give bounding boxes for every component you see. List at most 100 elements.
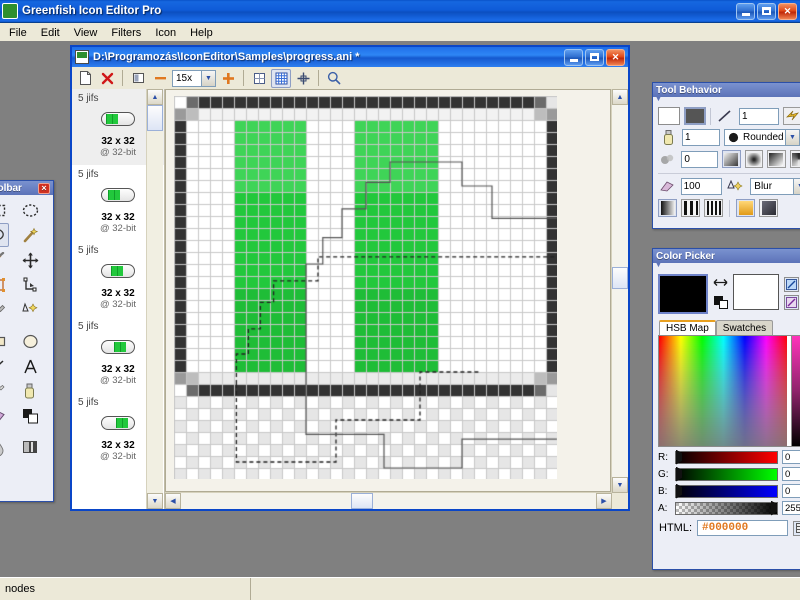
brush-shape-combo[interactable]: Rounded ▼ xyxy=(724,129,800,146)
brush-size-field[interactable]: 1 xyxy=(682,129,720,146)
brightness-slider[interactable] xyxy=(791,336,800,446)
effect-combo[interactable]: Blur ▼ xyxy=(750,178,800,195)
tool-button-blur-drop[interactable] xyxy=(0,435,9,459)
color-list-icon[interactable] xyxy=(793,520,800,536)
minimize-button[interactable] xyxy=(736,2,755,20)
zoom-out-button[interactable] xyxy=(150,69,170,88)
canvas-scroll-left-button[interactable]: ◀ xyxy=(165,493,181,509)
chevron-down-icon[interactable]: ▼ xyxy=(785,130,799,145)
show-hotspot-button[interactable] xyxy=(293,69,313,88)
canvas-vertical-scrollbar[interactable]: ▲ ▼ xyxy=(611,89,628,493)
tool-button-gradient[interactable] xyxy=(19,435,43,459)
chevron-down-icon[interactable]: ▼ xyxy=(201,70,215,86)
new-frame-button[interactable] xyxy=(75,69,95,88)
fit-zoom-button[interactable] xyxy=(128,69,148,88)
html-color-field[interactable]: #000000 xyxy=(697,520,788,536)
tool-button-eraser[interactable] xyxy=(0,404,9,428)
menu-item-edit[interactable]: Edit xyxy=(34,25,67,41)
magnifier-button[interactable] xyxy=(324,69,344,88)
canvas-horizontal-scrollbar[interactable]: ◀ ▶ xyxy=(165,492,612,509)
canvas-scroll-down-button[interactable]: ▼ xyxy=(612,477,628,493)
blur-amount-field[interactable]: 0 xyxy=(681,150,719,168)
menu-item-file[interactable]: File xyxy=(2,25,34,41)
channel-slider-knob[interactable] xyxy=(676,466,682,482)
channel-slider-knob[interactable] xyxy=(676,483,682,499)
conical-gradient-icon[interactable] xyxy=(789,150,800,168)
channel-value[interactable]: 0 xyxy=(782,467,800,481)
delete-frame-button[interactable] xyxy=(97,69,117,88)
channel-value[interactable]: 0 xyxy=(782,450,800,464)
pattern-bars2-icon[interactable] xyxy=(681,199,700,217)
menu-item-view[interactable]: View xyxy=(67,25,105,41)
channel-slider-knob[interactable] xyxy=(676,449,682,465)
channel-slider-knob[interactable] xyxy=(771,500,777,516)
tool-button-transform[interactable] xyxy=(0,273,9,297)
linear-gradient-icon[interactable] xyxy=(722,150,741,168)
canvas-scroll-right-button[interactable]: ▶ xyxy=(596,493,612,509)
close-button[interactable]: ✕ xyxy=(778,2,797,20)
canvas-vscroll-thumb[interactable] xyxy=(612,267,628,289)
tool-button-rectangle-shape[interactable] xyxy=(0,329,9,353)
foreground-color-swatch[interactable] xyxy=(658,274,708,314)
canvas-viewport[interactable] xyxy=(165,89,611,492)
maximize-button[interactable] xyxy=(757,2,776,20)
toolbox-close-button[interactable]: × xyxy=(38,182,50,194)
zoom-combo[interactable]: 15x ▼ xyxy=(172,69,216,87)
opacity-field[interactable]: 100 xyxy=(680,178,722,195)
outline-mode-button[interactable] xyxy=(658,107,680,125)
channel-slider[interactable] xyxy=(675,449,778,465)
tab-hsb-map[interactable]: HSB Map xyxy=(659,320,716,335)
tool-button-effect-brush[interactable] xyxy=(19,298,43,322)
canvas-scroll-up-button[interactable]: ▲ xyxy=(612,89,628,105)
tool-button-eyedropper[interactable] xyxy=(0,298,9,322)
line-style-icon[interactable] xyxy=(715,109,735,123)
document-maximize-button[interactable] xyxy=(585,48,604,66)
pattern-bars3-icon[interactable] xyxy=(704,199,723,217)
show-grid-button[interactable] xyxy=(271,68,291,88)
frame-scroll-thumb[interactable] xyxy=(147,105,163,131)
channel-slider[interactable] xyxy=(675,500,778,516)
style-gold-icon[interactable] xyxy=(736,199,755,217)
channel-value[interactable]: 255 xyxy=(782,501,800,515)
swap-colors-icon[interactable] xyxy=(713,278,728,290)
canvas-hscroll-thumb[interactable] xyxy=(351,493,373,509)
pick-alpha-icon[interactable] xyxy=(784,295,799,310)
pattern-solid-icon[interactable] xyxy=(658,199,677,217)
tool-button-rectangular-select[interactable] xyxy=(0,198,9,222)
zoom-in-button[interactable] xyxy=(218,69,238,88)
tool-button-smudge[interactable] xyxy=(0,248,9,272)
reset-colors-icon[interactable] xyxy=(713,296,728,312)
tool-button-ellipse-shape[interactable] xyxy=(19,329,43,353)
tool-button-layer[interactable] xyxy=(19,404,43,428)
show-border-button[interactable] xyxy=(249,69,269,88)
frame-list-scrollbar[interactable]: ▲ ▼ xyxy=(146,89,163,509)
tool-button-magic-wand[interactable] xyxy=(19,223,43,247)
tool-button-lasso-select[interactable] xyxy=(0,223,9,247)
tool-button-paint-bucket[interactable] xyxy=(19,379,43,403)
menu-item-icon[interactable]: Icon xyxy=(148,25,183,41)
style-dark-icon[interactable] xyxy=(759,199,778,217)
tool-button-elliptical-select[interactable] xyxy=(19,198,43,222)
icon-canvas[interactable] xyxy=(174,96,557,479)
menu-item-help[interactable]: Help xyxy=(183,25,220,41)
line-width-field[interactable]: 1 xyxy=(739,107,779,125)
hsb-map[interactable] xyxy=(659,336,787,446)
pick-screen-icon[interactable] xyxy=(784,277,799,292)
chevron-down-icon[interactable]: ▼ xyxy=(793,179,800,194)
tool-button-pencil[interactable] xyxy=(0,379,9,403)
channel-slider[interactable] xyxy=(675,466,778,482)
document-close-button[interactable]: ✕ xyxy=(606,48,625,66)
flip-icon[interactable] xyxy=(783,107,800,125)
radial-gradient-icon[interactable] xyxy=(744,150,764,168)
channel-value[interactable]: 0 xyxy=(782,484,800,498)
corner-gradient-icon[interactable] xyxy=(767,150,786,168)
document-minimize-button[interactable] xyxy=(564,48,583,66)
tool-button-line[interactable] xyxy=(0,354,9,378)
channel-slider[interactable] xyxy=(675,483,778,499)
menu-item-filters[interactable]: Filters xyxy=(104,25,148,41)
tool-button-text[interactable] xyxy=(19,354,43,378)
fill-mode-button[interactable] xyxy=(684,107,706,125)
tab-swatches[interactable]: Swatches xyxy=(715,320,774,335)
frame-scroll-up-button[interactable]: ▲ xyxy=(147,89,163,105)
tool-button-path-node[interactable] xyxy=(19,273,43,297)
